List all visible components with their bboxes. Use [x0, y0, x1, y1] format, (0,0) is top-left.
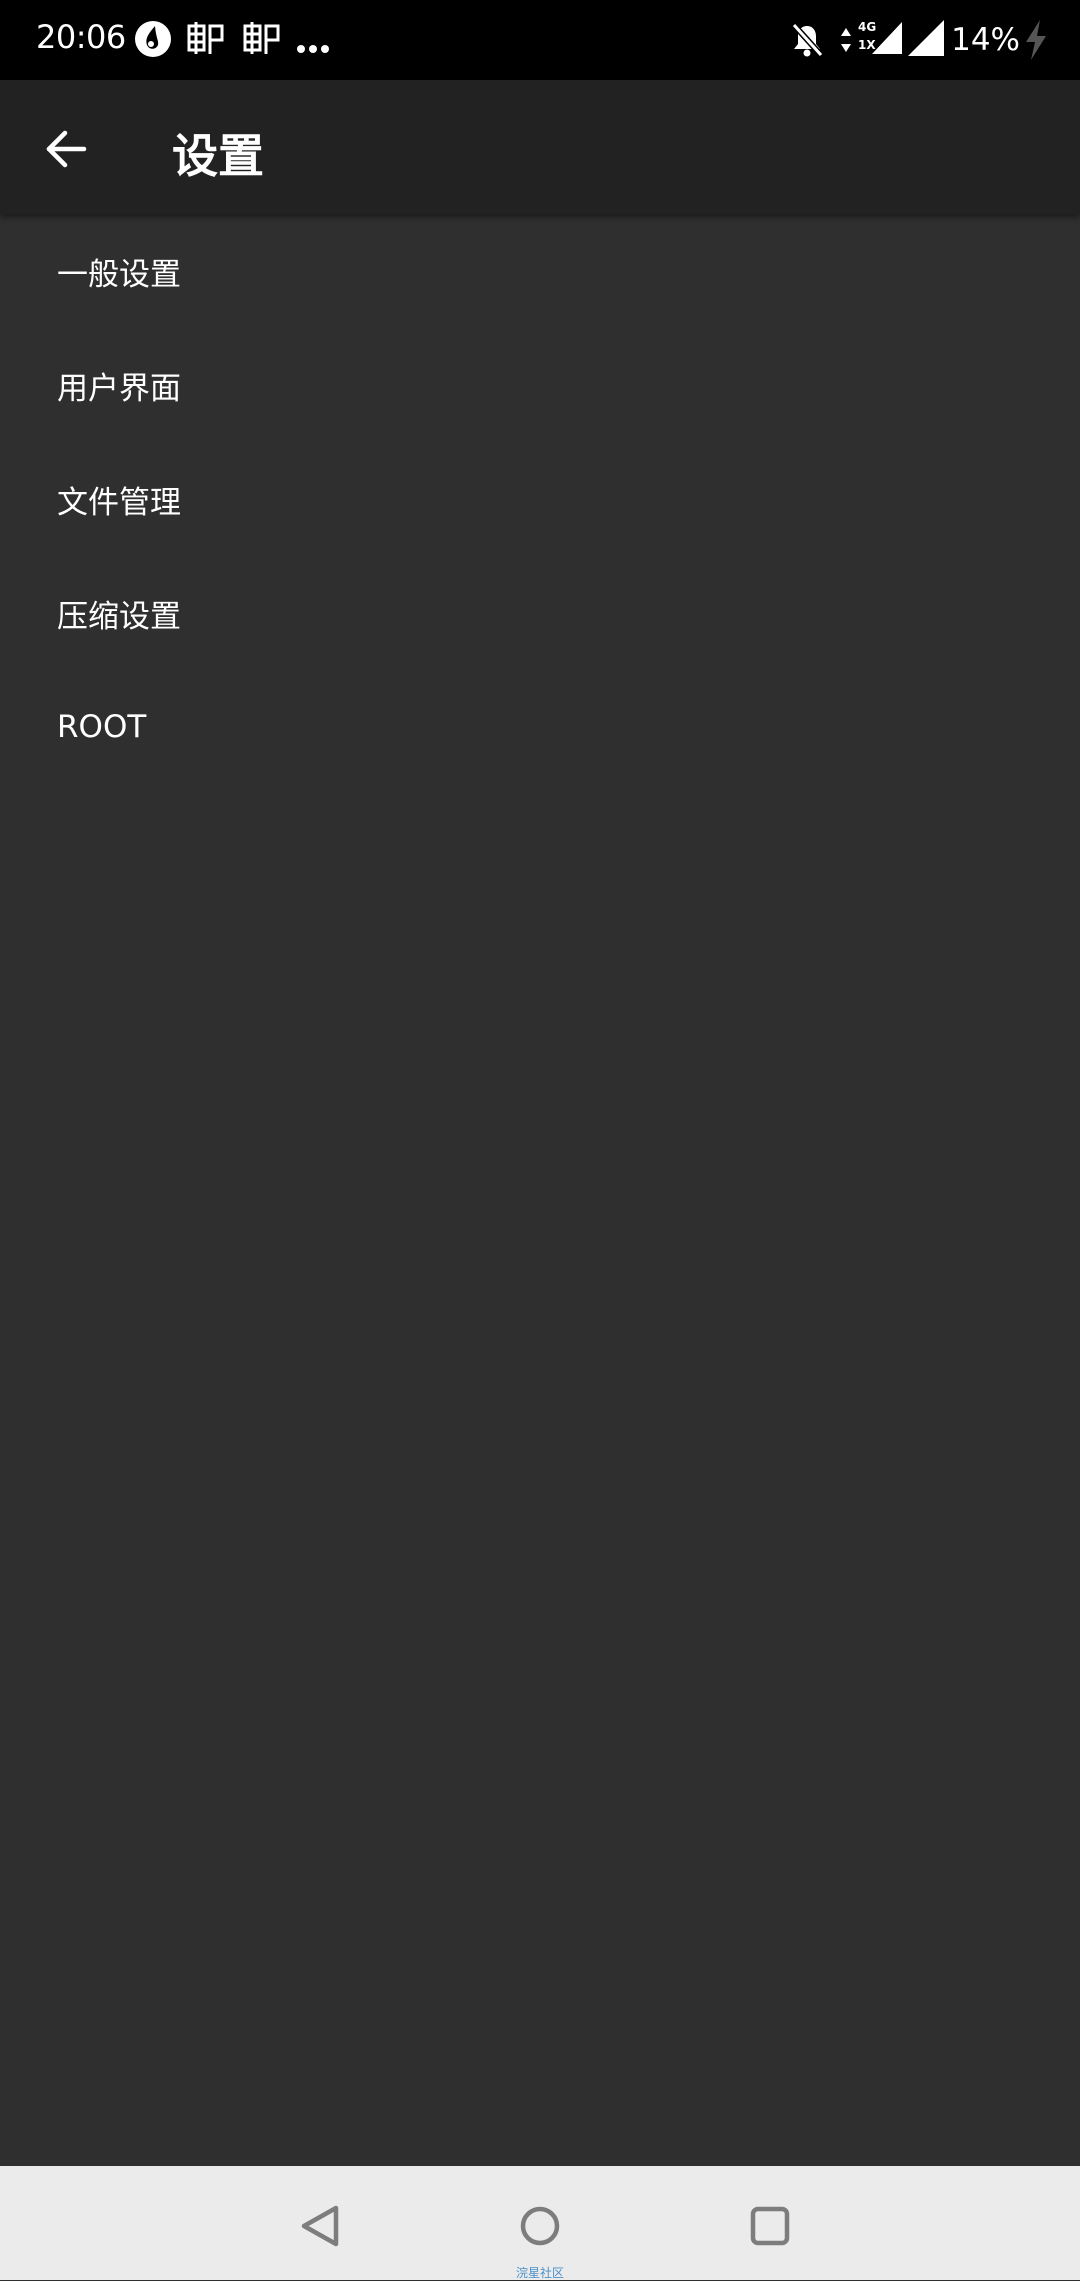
settings-item-label: 文件管理	[57, 484, 181, 521]
back-triangle-icon[interactable]	[292, 2196, 352, 2256]
mail-icon	[187, 22, 224, 54]
battery-percent: 14%	[951, 22, 1020, 58]
settings-item-root[interactable]: ROOT	[0, 670, 1080, 784]
recents-square-icon[interactable]	[740, 2196, 800, 2256]
signal-icon	[872, 22, 902, 54]
status-bar: 20:06 4G 1X 14%	[0, 0, 1080, 80]
more-dots-icon	[297, 45, 329, 53]
battery-charging-icon	[1026, 20, 1046, 60]
settings-list: 一般设置 用户界面 文件管理 压缩设置 ROOT	[0, 214, 1080, 784]
data-arrows-icon	[841, 28, 851, 52]
app-drop-icon	[135, 21, 171, 57]
arrow-back-icon	[46, 130, 87, 168]
status-time: 20:06	[36, 18, 126, 56]
watermark: 浣星社区	[515, 2266, 564, 2280]
home-circle-icon[interactable]	[510, 2196, 570, 2256]
notifications-off-icon	[791, 22, 824, 58]
settings-item-label: 用户界面	[57, 370, 181, 407]
settings-item-label: 压缩设置	[57, 598, 181, 635]
back-button[interactable]	[30, 113, 102, 185]
settings-item-file-management[interactable]: 文件管理	[0, 442, 1080, 556]
app-bar: 设置	[0, 80, 1080, 214]
settings-item-label: ROOT	[57, 709, 147, 745]
settings-item-label: 一般设置	[57, 256, 181, 293]
signal-icon	[908, 20, 944, 56]
settings-item-user-interface[interactable]: 用户界面	[0, 328, 1080, 442]
navigation-bar	[0, 2166, 1080, 2280]
page-title: 设置	[172, 129, 264, 183]
settings-item-general[interactable]: 一般设置	[0, 214, 1080, 328]
settings-item-compression[interactable]: 压缩设置	[0, 556, 1080, 670]
mail-icon	[243, 22, 280, 54]
